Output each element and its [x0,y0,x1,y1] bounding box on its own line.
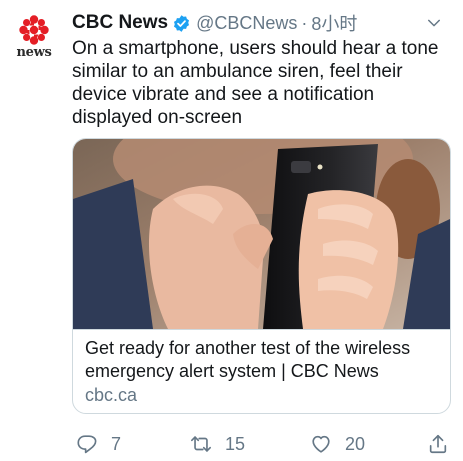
share-button[interactable] [427,430,449,458]
like-icon [312,435,330,453]
display-name[interactable]: CBC News [72,12,168,34]
action-bar: 7 15 20 [72,430,456,458]
card-title[interactable]: Get ready for another test of the wirele… [85,337,438,383]
card-image[interactable] [73,139,450,329]
header-separator: · [301,12,308,33]
card-body[interactable]: Get ready for another test of the wirele… [73,329,450,407]
reply-icon [77,435,97,454]
share-icon [429,434,447,454]
user-handle[interactable]: @CBCNews [196,13,297,34]
retweet-count: 15 [225,433,246,454]
like-button[interactable]: 20 [310,430,365,458]
reply-count: 7 [111,433,122,454]
tweet-text: On a smartphone, users should hear a ton… [72,38,439,128]
like-count: 20 [345,433,366,454]
timestamp[interactable]: 8小时 [311,10,357,36]
avatar-wordmark: news [16,45,52,60]
cbc-gem-icon [19,15,49,45]
link-card[interactable]: Get ready for another test of the wirele… [72,138,451,414]
retweet-button[interactable]: 15 [190,430,245,458]
card-domain[interactable]: cbc.ca [85,383,438,407]
retweet-icon [191,436,211,452]
verified-badge-icon [174,14,190,32]
avatar[interactable]: news [14,14,54,60]
tweet-header: CBC News @CBCNews · 8小时 [72,10,443,36]
chevron-down-icon[interactable] [425,14,443,32]
reply-button[interactable]: 7 [76,430,121,458]
tweet[interactable]: news CBC News @CBCNews · 8小时 On a smartp… [0,0,463,461]
